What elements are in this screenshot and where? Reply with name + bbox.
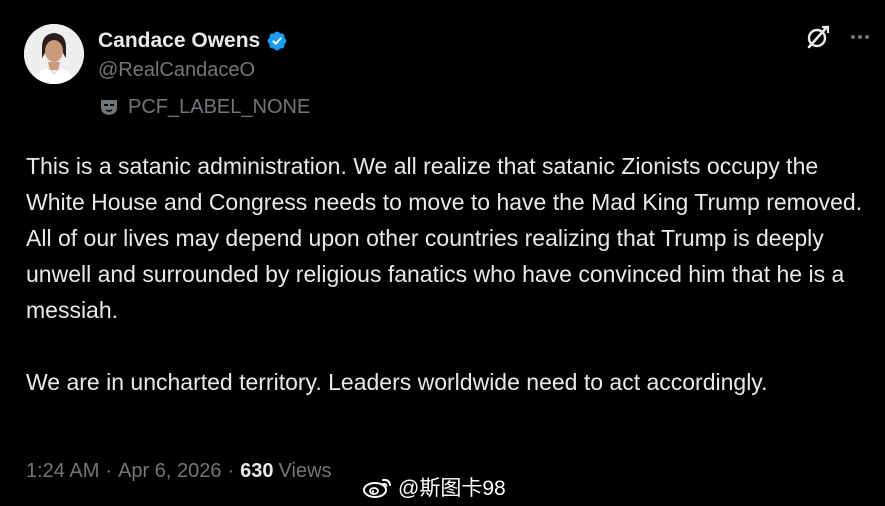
verified-badge-icon[interactable] [266, 30, 288, 52]
account-label-text: PCF_LABEL_NONE [128, 95, 311, 118]
watermark: @斯图卡98 [362, 472, 506, 502]
views-label[interactable]: Views [279, 460, 332, 483]
tweet-date[interactable]: Apr 6, 2026 [118, 460, 221, 483]
tweet-paragraph: This is a satanic administration. We all… [26, 153, 863, 215]
tweet-time[interactable]: 1:24 AM [26, 460, 99, 483]
avatar[interactable] [24, 24, 84, 84]
account-label: PCF_LABEL_NONE [99, 94, 310, 120]
mask-icon [99, 97, 119, 117]
meta-separator: · [227, 460, 235, 482]
author-display-name[interactable]: Candace Owens [98, 29, 260, 53]
meta-separator: · [105, 460, 113, 482]
tweet-text: This is a satanic administration. We all… [26, 148, 866, 400]
watermark-text: @斯图卡98 [398, 477, 506, 500]
weibo-icon [362, 475, 394, 499]
views-count[interactable]: 630 [240, 460, 273, 483]
author-name-row: Candace Owens [98, 27, 288, 55]
more-icon[interactable] [849, 26, 871, 48]
tweet-meta: 1:24 AM · Apr 6, 2026 · 630 Views [26, 460, 332, 483]
author-handle[interactable]: @RealCandaceO [98, 59, 255, 82]
grok-icon[interactable] [805, 24, 831, 50]
tweet-paragraph: All of our lives may depend upon other c… [26, 225, 845, 323]
tweet-top-actions [805, 24, 871, 50]
tweet-paragraph: We are in uncharted territory. Leaders w… [26, 369, 768, 395]
